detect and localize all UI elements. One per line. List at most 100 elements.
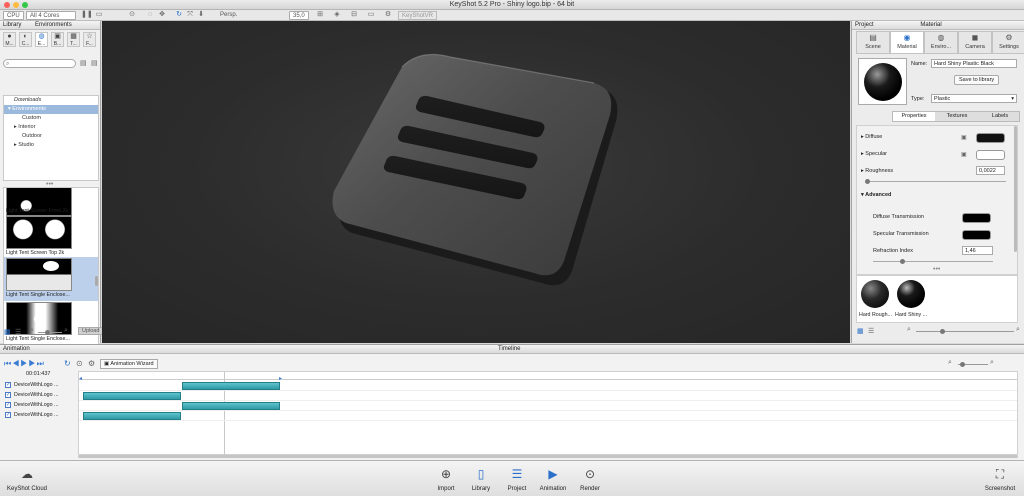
material-thumb-shiny[interactable] (897, 280, 925, 308)
grid-view-icon[interactable]: ▦ (857, 327, 864, 335)
advanced-section-toggle[interactable]: ▾ Advanced (861, 192, 891, 198)
material-name-input[interactable]: Hard Shiny Plastic Black (931, 59, 1017, 68)
minimize-window-button[interactable] (13, 2, 19, 8)
tree-item-interior[interactable]: ▸ Interior (4, 123, 98, 132)
reset-view-icon[interactable]: ↻ (175, 11, 183, 19)
tab-scene[interactable]: ▤ Scene (856, 31, 890, 54)
refraction-value-input[interactable]: 1,46 (962, 246, 993, 255)
playback-controls[interactable]: ⏮◀▶▶⏭ (4, 359, 45, 369)
thumb-screen-top[interactable] (6, 216, 72, 249)
list-view-icon[interactable]: ☰ (868, 327, 874, 335)
import-button[interactable]: ⊕ Import (428, 465, 464, 492)
texture-map-icon[interactable]: ▣ (961, 134, 967, 141)
animation-bar[interactable] (83, 392, 181, 400)
animation-bar[interactable] (83, 412, 181, 420)
tab-project[interactable]: Project (855, 22, 874, 28)
zoom-in-icon[interactable]: ⌕ (64, 327, 68, 335)
camera-icon[interactable]: ⊙ (128, 11, 136, 19)
material-size-slider[interactable] (916, 331, 1014, 332)
animation-button[interactable]: ▶ Animation (535, 465, 571, 492)
tree-item-custom[interactable]: Custom (4, 114, 98, 123)
render-button[interactable]: ⊙ Render (572, 465, 608, 492)
diffuse-color-swatch[interactable] (976, 133, 1005, 143)
list-view-icon[interactable]: ☰ (15, 328, 21, 336)
tab-environments-lib[interactable]: ◍ E... (35, 32, 48, 47)
zoom-out-icon[interactable]: ⌕ (948, 359, 952, 367)
grid-view-icon[interactable]: ▦ (4, 328, 11, 336)
refraction-slider-knob[interactable] (900, 259, 905, 264)
pause-icon[interactable]: ❚❚ (81, 11, 93, 19)
tab-materials[interactable]: ● M... (3, 32, 16, 47)
properties-scrollbar[interactable] (1014, 126, 1017, 252)
zoom-out-icon[interactable]: ⌕ (907, 326, 911, 334)
timeline-scrollbar[interactable] (78, 455, 1018, 458)
keyshot-cloud-button[interactable]: ☁ KeyShot Cloud (6, 465, 48, 492)
roughness-label[interactable]: ▸ Roughness (861, 168, 893, 174)
tree-item-studio[interactable]: ▸ Studio (4, 141, 98, 150)
settings-gear-icon[interactable]: ⚙ (384, 11, 392, 19)
render-viewport[interactable] (102, 21, 850, 343)
thumbnail-scrollbar[interactable] (95, 276, 98, 286)
render-region-icon[interactable]: ▭ (95, 11, 103, 19)
track-row[interactable]: ✓ DeviceWithLogo ... (5, 391, 58, 400)
material-type-select[interactable]: Plastic ▾ (931, 94, 1017, 103)
thumb-size-slider[interactable] (38, 332, 62, 333)
tab-textures[interactable]: ▦ T... (67, 32, 80, 47)
timeline-tracks-area[interactable]: ◂ ▸ (78, 371, 1018, 456)
tab-camera[interactable]: ◼ Camera (958, 31, 992, 54)
track-row[interactable]: ✓ DeviceWithLogo ... (5, 411, 58, 420)
track-row[interactable]: ✓ DeviceWithLogo ... (5, 381, 58, 390)
tree-item-environments[interactable]: ▾ Environments (4, 105, 98, 114)
thumb-size-slider-knob[interactable] (45, 330, 50, 335)
specular-color-swatch[interactable] (976, 150, 1005, 160)
tab-favorites[interactable]: ☆ F... (83, 32, 96, 47)
thumb-single-enclosed-1[interactable] (6, 258, 72, 291)
tab-environment[interactable]: ◍ Enviro... (924, 31, 958, 54)
diffuse-label[interactable]: ▸ Diffuse (861, 134, 882, 140)
roughness-value-input[interactable]: 0,0022 (976, 166, 1005, 175)
animation-bar[interactable] (182, 382, 280, 390)
track-checkbox[interactable]: ✓ (5, 391, 11, 398)
refraction-slider[interactable] (873, 261, 993, 262)
zoom-window-button[interactable] (22, 2, 28, 8)
track-checkbox[interactable]: ✓ (5, 411, 11, 418)
roughness-slider-knob[interactable] (865, 179, 870, 184)
zoom-in-icon[interactable]: ⌕ (1016, 326, 1020, 334)
tab-labels[interactable]: Labels (979, 112, 1021, 121)
cores-select[interactable]: All 4 Cores (26, 11, 76, 20)
screenshot-button[interactable]: ⛶ Screenshot (982, 465, 1018, 492)
perspective-value[interactable]: 35,0 (289, 11, 309, 20)
keyshotvr-button[interactable]: KeyShotVR (398, 11, 438, 20)
track-checkbox[interactable]: ✓ (5, 401, 11, 408)
texture-map-icon[interactable]: ▣ (961, 151, 967, 158)
tree-item-outdoor[interactable]: Outdoor (4, 132, 98, 141)
camera-anim-icon[interactable]: ⊙ (76, 359, 83, 368)
material-thumb-rough[interactable] (861, 280, 889, 308)
library-button[interactable]: ▯ Library (463, 465, 499, 492)
roughness-slider[interactable] (866, 181, 1006, 182)
tab-material-sub[interactable]: ◉ Material (890, 31, 924, 54)
animation-wizard-button[interactable]: ▣ Animation Wizard (100, 359, 158, 369)
track-checkbox[interactable]: ✓ (5, 381, 11, 388)
folder-add-icon[interactable]: ▤ (91, 59, 98, 67)
end-marker[interactable]: ▸ (279, 375, 282, 382)
tab-backplates[interactable]: ▣ B... (51, 32, 64, 47)
tree-item-downloads[interactable]: Downloads (4, 96, 98, 105)
specular-label[interactable]: ▸ Specular (861, 151, 887, 157)
library-search-input[interactable]: ⌕ (3, 59, 76, 68)
save-to-library-button[interactable]: Save to library (954, 75, 1000, 85)
loop-icon[interactable]: ↻ (64, 359, 71, 368)
presentation-icon[interactable]: ▭ (367, 11, 375, 19)
zoom-out-icon[interactable]: ⌕ (30, 327, 34, 335)
geometry-icon[interactable]: ◈ (333, 11, 341, 19)
settings-gear-icon[interactable]: ⚙ (88, 359, 95, 368)
pan-icon[interactable]: ✥ (158, 11, 166, 19)
grid-icon[interactable]: ⊞ (316, 11, 324, 19)
zoom-in-icon[interactable]: ⌕ (990, 359, 994, 367)
project-button[interactable]: ☰ Project (499, 465, 535, 492)
start-marker[interactable]: ◂ (79, 375, 82, 382)
specular-transmission-swatch[interactable] (962, 230, 991, 240)
cpu-label[interactable]: CPU (3, 11, 24, 20)
folder-icon[interactable]: ▤ (80, 59, 87, 67)
scene-tree-icon[interactable]: ⊟ (350, 11, 358, 19)
